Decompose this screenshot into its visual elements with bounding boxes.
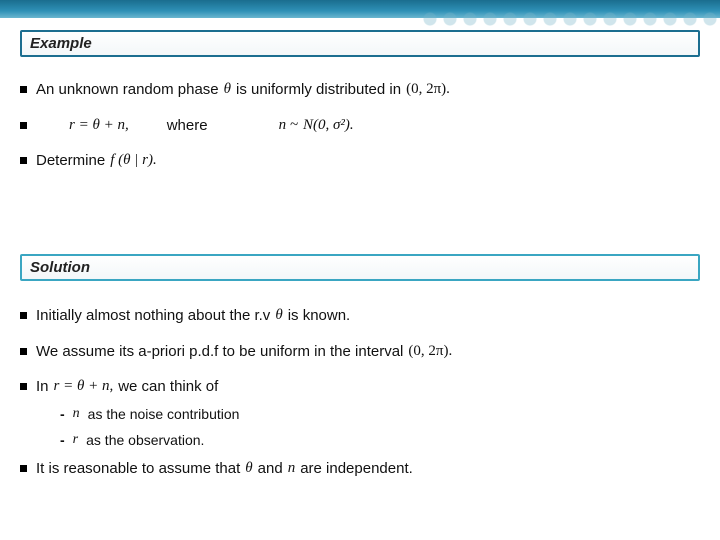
square-bullet-icon [20,157,27,164]
n-distributed: n ~ [279,116,298,136]
var-r: r [73,431,78,449]
solution-content: Initially almost nothing about the r.v θ… [20,296,700,494]
bullet-line-independent: It is reasonable to assume that θ and n … [20,459,700,479]
theta-symbol: θ [224,80,231,100]
sub-item-r: - r as the observation. [60,431,700,449]
interval-0-2pi: (0, 2π). [408,342,452,362]
text: Initially almost nothing about the r.v [36,306,270,326]
normal-dist: N(0, σ²). [303,116,354,136]
text-and: and [258,459,283,479]
text: as the noise contribution [88,405,240,423]
theta-symbol: θ [275,306,282,326]
square-bullet-icon [20,383,27,390]
square-bullet-icon [20,348,27,355]
top-decor-bar [0,0,720,18]
sub-list: - n as the noise contribution - r as the… [60,405,700,449]
text: An unknown random phase [36,80,219,100]
bullet-line-determine: Determine f (θ | r). [20,151,700,171]
bullet-line-phase: An unknown random phase θ is uniformly d… [20,80,700,100]
text-in: In [36,377,49,397]
text: is uniformly distributed in [236,80,401,100]
slide: Example An unknown random phase θ is uni… [0,0,720,540]
example-content: An unknown random phase θ is uniformly d… [20,70,700,187]
text: is known. [288,306,351,326]
bullet-line-initially: Initially almost nothing about the r.v θ… [20,306,700,326]
var-n: n [73,405,80,423]
equation-r: r = θ + n, [54,377,114,397]
heading-example: Example [20,30,700,57]
square-bullet-icon [20,122,27,129]
dash-icon: - [60,405,65,423]
text: We assume its a-priori p.d.f to be unifo… [36,342,403,362]
theta-symbol: θ [245,459,252,479]
bullet-line-model: r = θ + n, where n ~ N(0, σ²). [20,116,700,136]
heading-solution: Solution [20,254,700,281]
square-bullet-icon [20,86,27,93]
bullet-line-assume-prior: We assume its a-priori p.d.f to be unifo… [20,342,700,362]
posterior-density: f (θ | r). [110,151,157,171]
square-bullet-icon [20,465,27,472]
text-determine: Determine [36,151,105,171]
bullet-line-in-model: In r = θ + n, we can think of [20,377,700,397]
var-n: n [288,459,296,479]
square-bullet-icon [20,312,27,319]
dash-icon: - [60,431,65,449]
text: It is reasonable to assume that [36,459,240,479]
sub-item-n: - n as the noise contribution [60,405,700,423]
equation-r: r = θ + n, [69,116,129,136]
text: as the observation. [86,431,204,449]
text-where: where [167,116,208,136]
interval-0-2pi: (0, 2π). [406,80,450,100]
text: are independent. [300,459,413,479]
text-think: we can think of [118,377,218,397]
